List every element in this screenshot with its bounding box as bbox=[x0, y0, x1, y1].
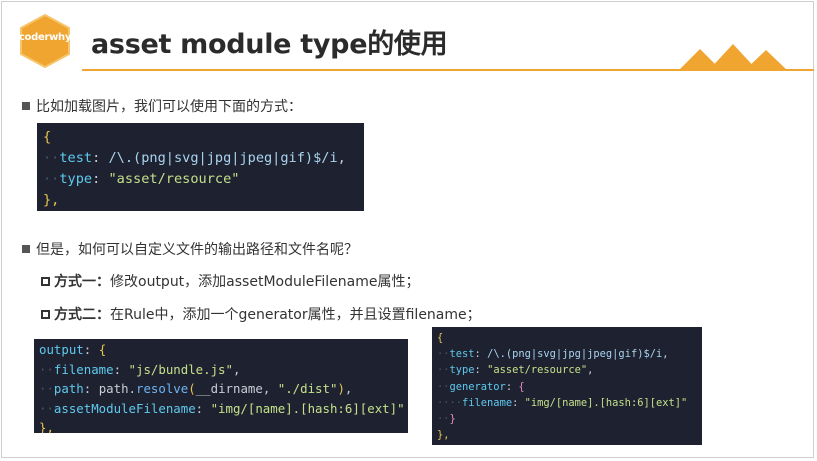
checkbox-square-icon bbox=[41, 277, 50, 286]
code-block-generator: { ··test: /\.(png|svg|jpg|jpeg|gif)$/i, … bbox=[432, 327, 702, 445]
method-two-label: 方式二： bbox=[54, 307, 110, 323]
header-divider bbox=[82, 69, 814, 71]
method-two-text: 在Rule中，添加一个generator属性，并且设置filename； bbox=[110, 307, 481, 323]
bullet-item: 但是，如何可以自定义文件的输出路径和文件名呢？ bbox=[22, 239, 358, 259]
checkbox-square-icon bbox=[41, 310, 50, 319]
logo-text: coderwhy bbox=[18, 32, 72, 43]
method-one-text: 修改output，添加assetModuleFilename属性； bbox=[110, 274, 420, 290]
method-one-label: 方式一： bbox=[54, 274, 110, 290]
bullet-item: 比如加载图片，我们可以使用下面的方式： bbox=[22, 96, 302, 116]
bullet-text: 但是，如何可以自定义文件的输出路径和文件名呢？ bbox=[36, 242, 358, 258]
coderwhy-logo: coderwhy bbox=[17, 13, 73, 69]
bullet-text: 比如加载图片，我们可以使用下面的方式： bbox=[36, 99, 302, 115]
mountains-decoration-icon bbox=[678, 44, 788, 71]
slide-title: asset module type的使用 bbox=[91, 29, 448, 60]
bullet-square-icon bbox=[22, 102, 30, 110]
bullet-square-icon bbox=[22, 245, 30, 253]
code-block-rule: { ··test: /\.(png|svg|jpg|jpeg|gif)$/i, … bbox=[37, 123, 364, 211]
method-two: 方式二：在Rule中，添加一个generator属性，并且设置filename； bbox=[41, 304, 481, 324]
method-one: 方式一：修改output，添加assetModuleFilename属性； bbox=[41, 271, 419, 291]
code-block-output: output: { ··filename: "js/bundle.js", ··… bbox=[34, 339, 408, 433]
